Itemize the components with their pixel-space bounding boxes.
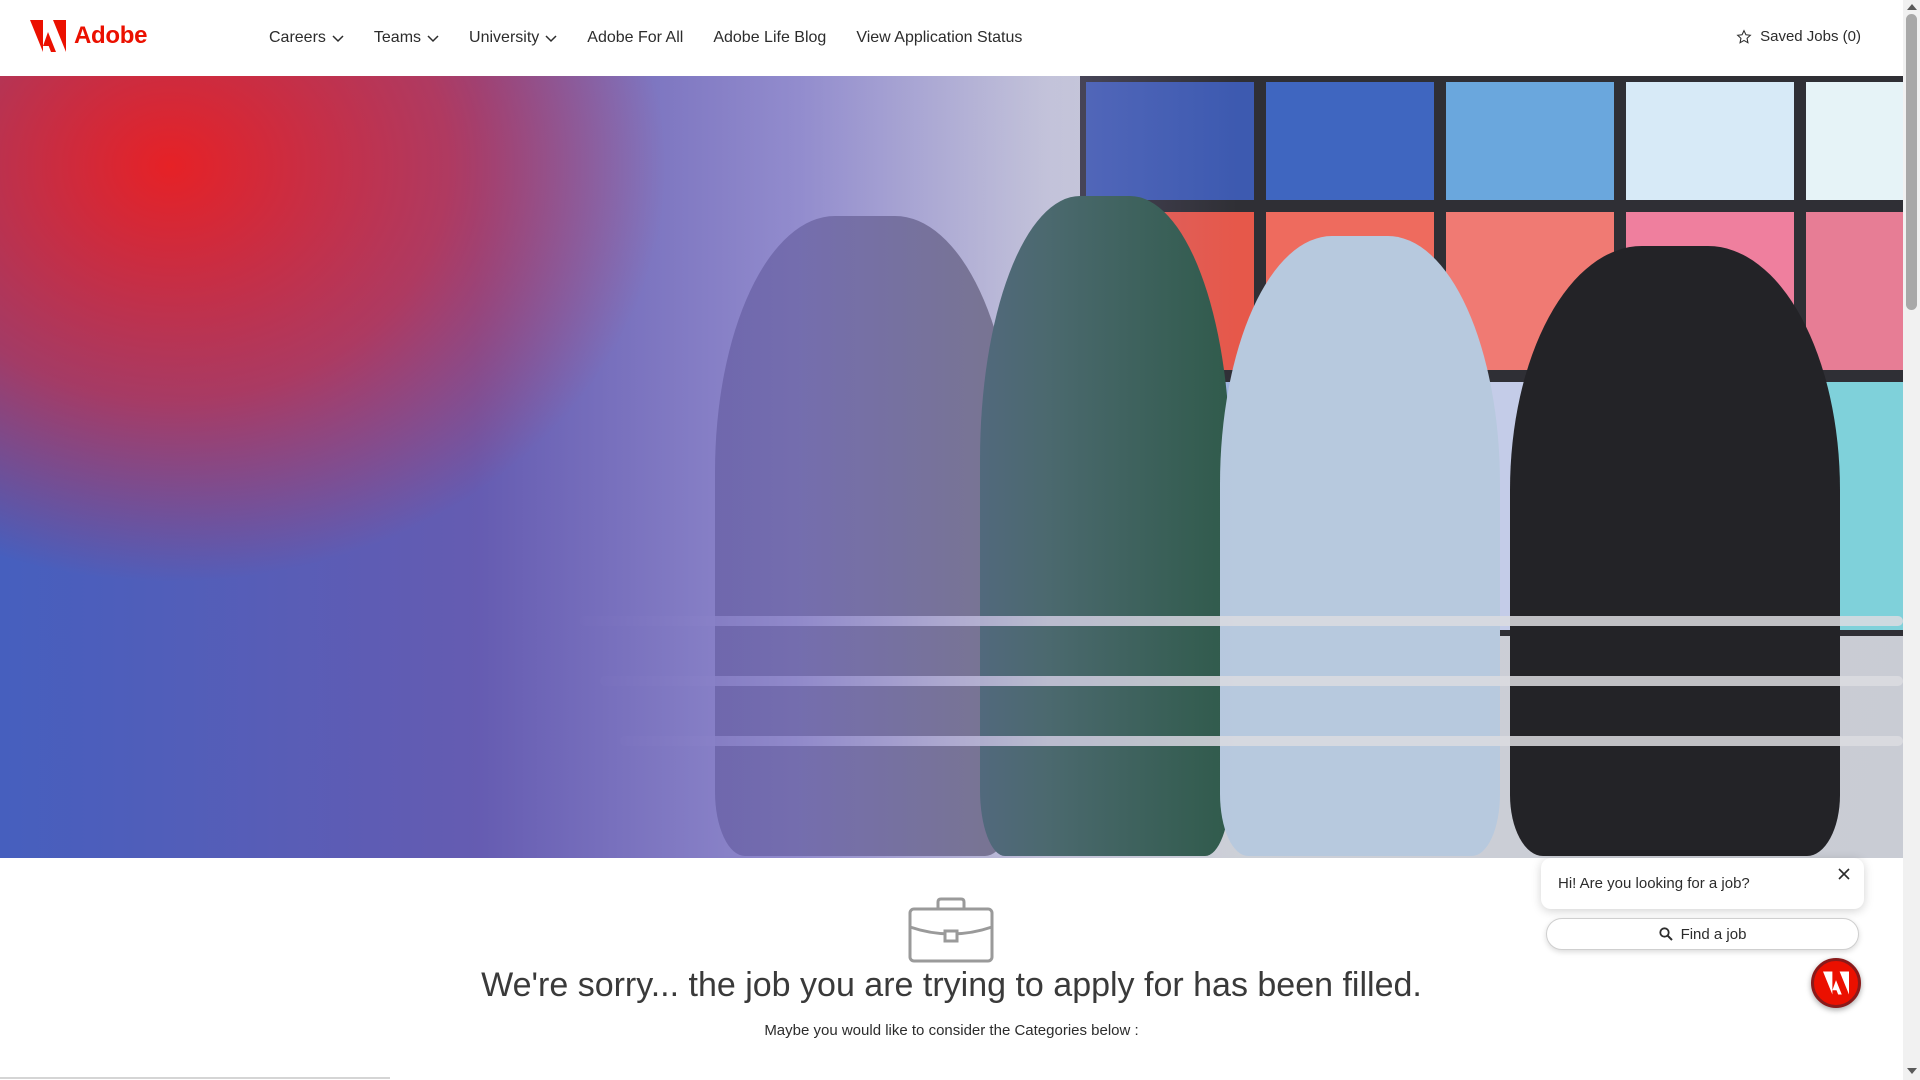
nav-view-application-status[interactable]: View Application Status <box>856 29 1022 47</box>
chat-prompt-bubble: Hi! Are you looking for a job? <box>1541 858 1864 909</box>
star-icon <box>1736 28 1752 44</box>
nav-university-label: University <box>469 29 540 46</box>
nav-adobe-life-blog-label: Adobe Life Blog <box>713 29 827 46</box>
nav-university[interactable]: University <box>469 29 557 47</box>
chat-launcher-button[interactable] <box>1811 958 1861 1008</box>
nav-adobe-for-all-label: Adobe For All <box>587 29 684 46</box>
saved-jobs-link[interactable]: Saved Jobs (0) <box>1736 28 1861 45</box>
find-a-job-button[interactable]: Find a job <box>1546 918 1859 950</box>
hero-gradient-overlay <box>0 76 1903 858</box>
close-icon[interactable] <box>1838 868 1850 880</box>
saved-jobs-label: Saved Jobs (0) <box>1760 28 1861 45</box>
nav-teams-label: Teams <box>373 29 422 46</box>
scroll-thumb[interactable] <box>1906 14 1917 310</box>
chevron-down-icon <box>332 35 344 43</box>
nav-adobe-for-all[interactable]: Adobe For All <box>587 29 683 47</box>
divider <box>0 1077 390 1079</box>
site-header: Adobe Careers Teams University Adobe For… <box>0 0 1903 76</box>
adobe-logo-icon <box>30 20 66 52</box>
chat-prompt-text: Hi! Are you looking for a job? <box>1558 875 1750 892</box>
logo-text: Adobe <box>74 22 148 49</box>
scroll-up-arrow[interactable] <box>1907 4 1917 10</box>
chevron-down-icon <box>427 35 439 43</box>
nav-careers[interactable]: Careers <box>269 29 344 47</box>
nav-adobe-life-blog[interactable]: Adobe Life Blog <box>713 29 826 47</box>
briefcase-icon <box>908 897 994 968</box>
nav-view-application-status-label: View Application Status <box>856 29 1023 46</box>
nav-careers-label: Careers <box>269 29 326 46</box>
adobe-logo-icon <box>1823 971 1849 995</box>
nav-teams[interactable]: Teams <box>374 29 439 47</box>
hero-image <box>0 76 1903 858</box>
page-subtitle: Maybe you would like to consider the Cat… <box>764 1022 1139 1039</box>
find-a-job-label: Find a job <box>1680 925 1747 943</box>
scroll-down-arrow[interactable] <box>1907 1068 1917 1074</box>
chevron-down-icon <box>545 35 557 43</box>
main-nav: Careers Teams University Adobe For All A… <box>269 0 1052 76</box>
adobe-logo[interactable]: Adobe <box>30 20 147 52</box>
page-title: We're sorry... the job you are trying to… <box>481 966 1422 1004</box>
search-icon <box>1658 927 1673 941</box>
page-scrollbar[interactable] <box>1903 0 1920 1080</box>
